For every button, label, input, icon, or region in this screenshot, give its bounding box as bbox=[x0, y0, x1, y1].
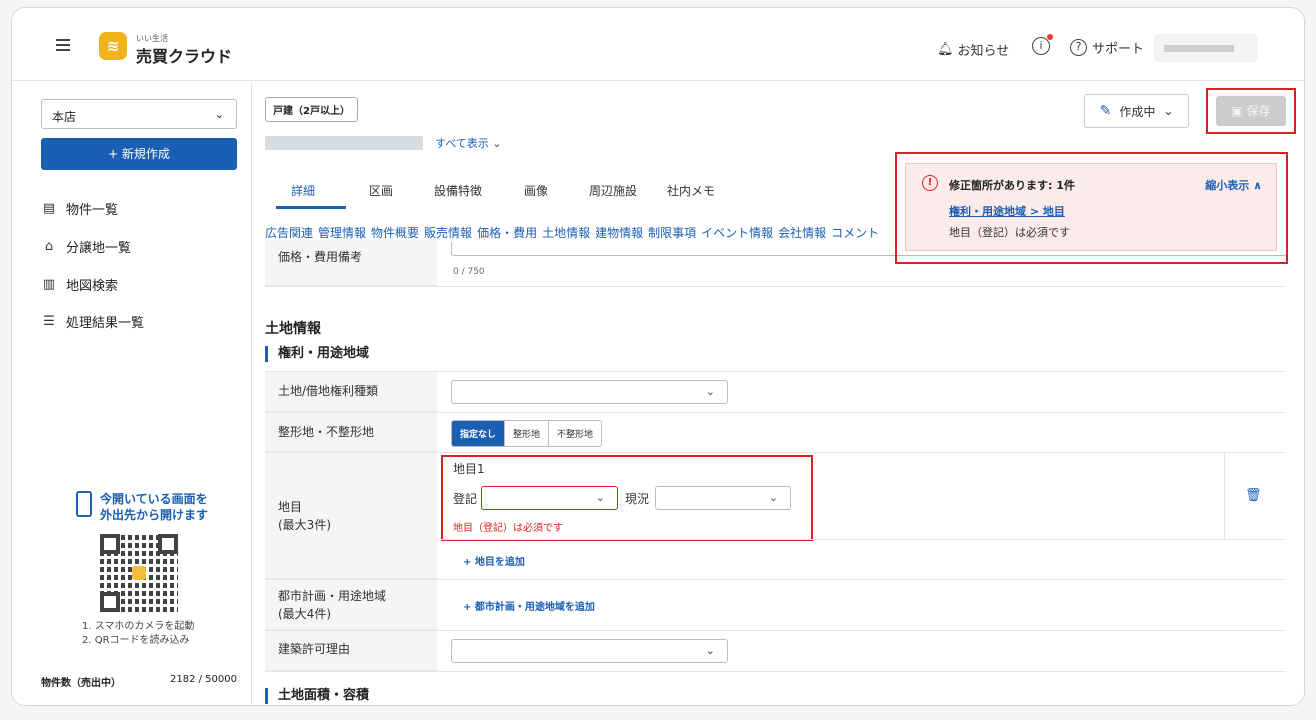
property-count: 物件数（売出中） 2182 / 50000 bbox=[41, 674, 237, 689]
chimoku-highlight bbox=[441, 455, 813, 541]
add-chimoku-link[interactable]: + 地目を追加 bbox=[463, 553, 525, 568]
sidebar-item-label: 地図検索 bbox=[66, 279, 119, 294]
sidebar-item-property-list[interactable]: ▤ 物件一覧 bbox=[41, 199, 118, 218]
sidebar-item-label: 物件一覧 bbox=[66, 203, 119, 218]
qr-instructions: 1. スマホのカメラを起動 2. QRコードを読み込み bbox=[82, 621, 195, 646]
support-label: サポート bbox=[1092, 42, 1145, 57]
top-header: ≋ いい生活 売買クラウド 🔔︎ お知らせ i ? サポート bbox=[12, 8, 1304, 81]
shape-option-irregular[interactable]: 不整形地 bbox=[549, 421, 601, 446]
notification-dot bbox=[1047, 34, 1053, 40]
checklist-icon: ☰ bbox=[43, 314, 55, 329]
house-icon: ⌂ bbox=[44, 239, 54, 254]
help-icon: ? bbox=[1070, 39, 1087, 56]
shape-option-regular[interactable]: 整形地 bbox=[505, 421, 550, 446]
qr-code bbox=[100, 534, 178, 612]
shape-option-none[interactable]: 指定なし bbox=[452, 421, 506, 446]
land-rights-select[interactable]: ⌄ bbox=[451, 380, 728, 404]
chevron-down-icon: ⌄ bbox=[705, 385, 715, 398]
city-plan-label: 都市計画・用途地域 (最大4件) bbox=[278, 589, 387, 621]
land-rights-label: 土地/借地権利種類 bbox=[278, 384, 379, 398]
price-remarks-label: 価格・費用備考 bbox=[278, 250, 363, 264]
divider bbox=[265, 671, 1286, 672]
section-link[interactable]: 物件概要 bbox=[371, 226, 419, 240]
smartphone-icon bbox=[76, 491, 92, 517]
tab-lots[interactable]: 区画 bbox=[369, 182, 393, 199]
logo-title: 売買クラウド bbox=[136, 47, 233, 66]
subsection-title: 権利・用途地域 bbox=[265, 346, 369, 362]
chimoku-label: 地目 (最大3件) bbox=[278, 500, 331, 532]
sidebar: 本店 ⌄ + 新規作成 ▤ 物件一覧 ⌂ 分譲地一覧 ▥ 地図検索 ☰ 処理結果… bbox=[12, 82, 252, 705]
building-permit-select[interactable]: ⌄ bbox=[451, 639, 728, 663]
tab-nearby[interactable]: 周辺施設 bbox=[589, 182, 637, 199]
shape-label: 整形地・不整形地 bbox=[278, 425, 375, 439]
support-button[interactable]: ? サポート bbox=[1070, 38, 1144, 57]
sidebar-item-map-search[interactable]: ▥ 地図検索 bbox=[41, 275, 118, 294]
blurred-property-name bbox=[265, 136, 423, 150]
count-value: 2182 / 50000 bbox=[170, 674, 237, 685]
user-menu[interactable] bbox=[1154, 34, 1258, 62]
section-link[interactable]: イベント情報 bbox=[701, 226, 773, 240]
logo-icon: ≋ bbox=[99, 32, 127, 60]
chevron-down-icon: ⌄ bbox=[214, 108, 224, 121]
qr-title: 今開いている画面を 外出先から開けます bbox=[100, 492, 209, 522]
section-title: 土地情報 bbox=[265, 321, 321, 337]
tab-memo[interactable]: 社内メモ bbox=[667, 182, 715, 199]
app-window: ≋ いい生活 売買クラウド 🔔︎ お知らせ i ? サポート 本店 ⌄ + 新規… bbox=[11, 7, 1305, 706]
property-type-badge: 戸建（2戸以上） bbox=[265, 97, 358, 122]
section-link[interactable]: 価格・費用 bbox=[477, 226, 537, 240]
section-link[interactable]: 土地情報 bbox=[542, 226, 590, 240]
menu-icon[interactable] bbox=[56, 39, 70, 51]
map-icon: ▥ bbox=[42, 277, 56, 292]
info-icon[interactable]: i bbox=[1032, 37, 1050, 55]
add-city-plan-link[interactable]: + 都市計画・用途地域を追加 bbox=[463, 598, 595, 613]
chevron-down-icon: ⌄ bbox=[1163, 104, 1174, 118]
section-link[interactable]: コメント bbox=[831, 226, 879, 240]
pencil-icon: ✎ bbox=[1099, 103, 1112, 119]
tab-images[interactable]: 画像 bbox=[524, 182, 548, 199]
section-link[interactable]: 会社情報 bbox=[778, 226, 826, 240]
trash-icon[interactable]: 🗑︎ bbox=[1245, 488, 1262, 503]
notice-button[interactable]: 🔔︎ お知らせ bbox=[937, 40, 1009, 59]
char-counter: 0 / 750 bbox=[453, 267, 485, 277]
next-subsection-title: 土地面積・容積 bbox=[265, 688, 369, 704]
new-create-button[interactable]: + 新規作成 bbox=[41, 138, 237, 170]
save-highlight bbox=[1206, 88, 1296, 134]
count-label: 物件数（売出中） bbox=[41, 678, 121, 689]
bell-icon: 🔔︎ bbox=[937, 42, 954, 57]
shape-segmented-control: 指定なし 整形地 不整形地 bbox=[451, 420, 603, 447]
store-select-value: 本店 bbox=[52, 110, 77, 124]
notice-label: お知らせ bbox=[957, 44, 1010, 59]
error-panel-highlight bbox=[895, 152, 1288, 264]
divider bbox=[1224, 453, 1225, 539]
sidebar-item-subdivision-list[interactable]: ⌂ 分譲地一覧 bbox=[41, 237, 131, 256]
divider bbox=[265, 286, 1286, 287]
active-tab-indicator bbox=[276, 206, 346, 209]
sidebar-item-label: 処理結果一覧 bbox=[66, 316, 145, 331]
status-dropdown[interactable]: ✎ 作成中 ⌄ bbox=[1084, 94, 1189, 128]
tab-equipment[interactable]: 設備特徴 bbox=[434, 182, 482, 199]
sidebar-item-label: 分譲地一覧 bbox=[66, 241, 132, 256]
status-label: 作成中 bbox=[1119, 104, 1156, 119]
section-link[interactable]: 広告関連 bbox=[265, 226, 313, 240]
section-link[interactable]: 管理情報 bbox=[318, 226, 366, 240]
section-link[interactable]: 制限事項 bbox=[648, 226, 696, 240]
sidebar-item-results[interactable]: ☰ 処理結果一覧 bbox=[41, 312, 144, 331]
store-select[interactable]: 本店 ⌄ bbox=[41, 99, 237, 129]
section-link[interactable]: 販売情報 bbox=[424, 226, 472, 240]
chevron-down-icon: ⌄ bbox=[705, 644, 715, 657]
blurred-user-name bbox=[1164, 45, 1234, 52]
list-icon: ▤ bbox=[42, 201, 56, 216]
building-permit-label: 建築許可理由 bbox=[278, 642, 351, 656]
section-links: 広告関連 管理情報 物件概要 販売情報 価格・費用 土地情報 建物情報 制限事項 イベント情報会… bbox=[265, 224, 884, 241]
section-link[interactable]: 建物情報 bbox=[595, 226, 643, 240]
show-all-link[interactable]: すべて表示 ⌄ bbox=[435, 135, 502, 151]
tab-detail[interactable]: 詳細 bbox=[291, 182, 315, 199]
divider bbox=[437, 539, 1286, 540]
